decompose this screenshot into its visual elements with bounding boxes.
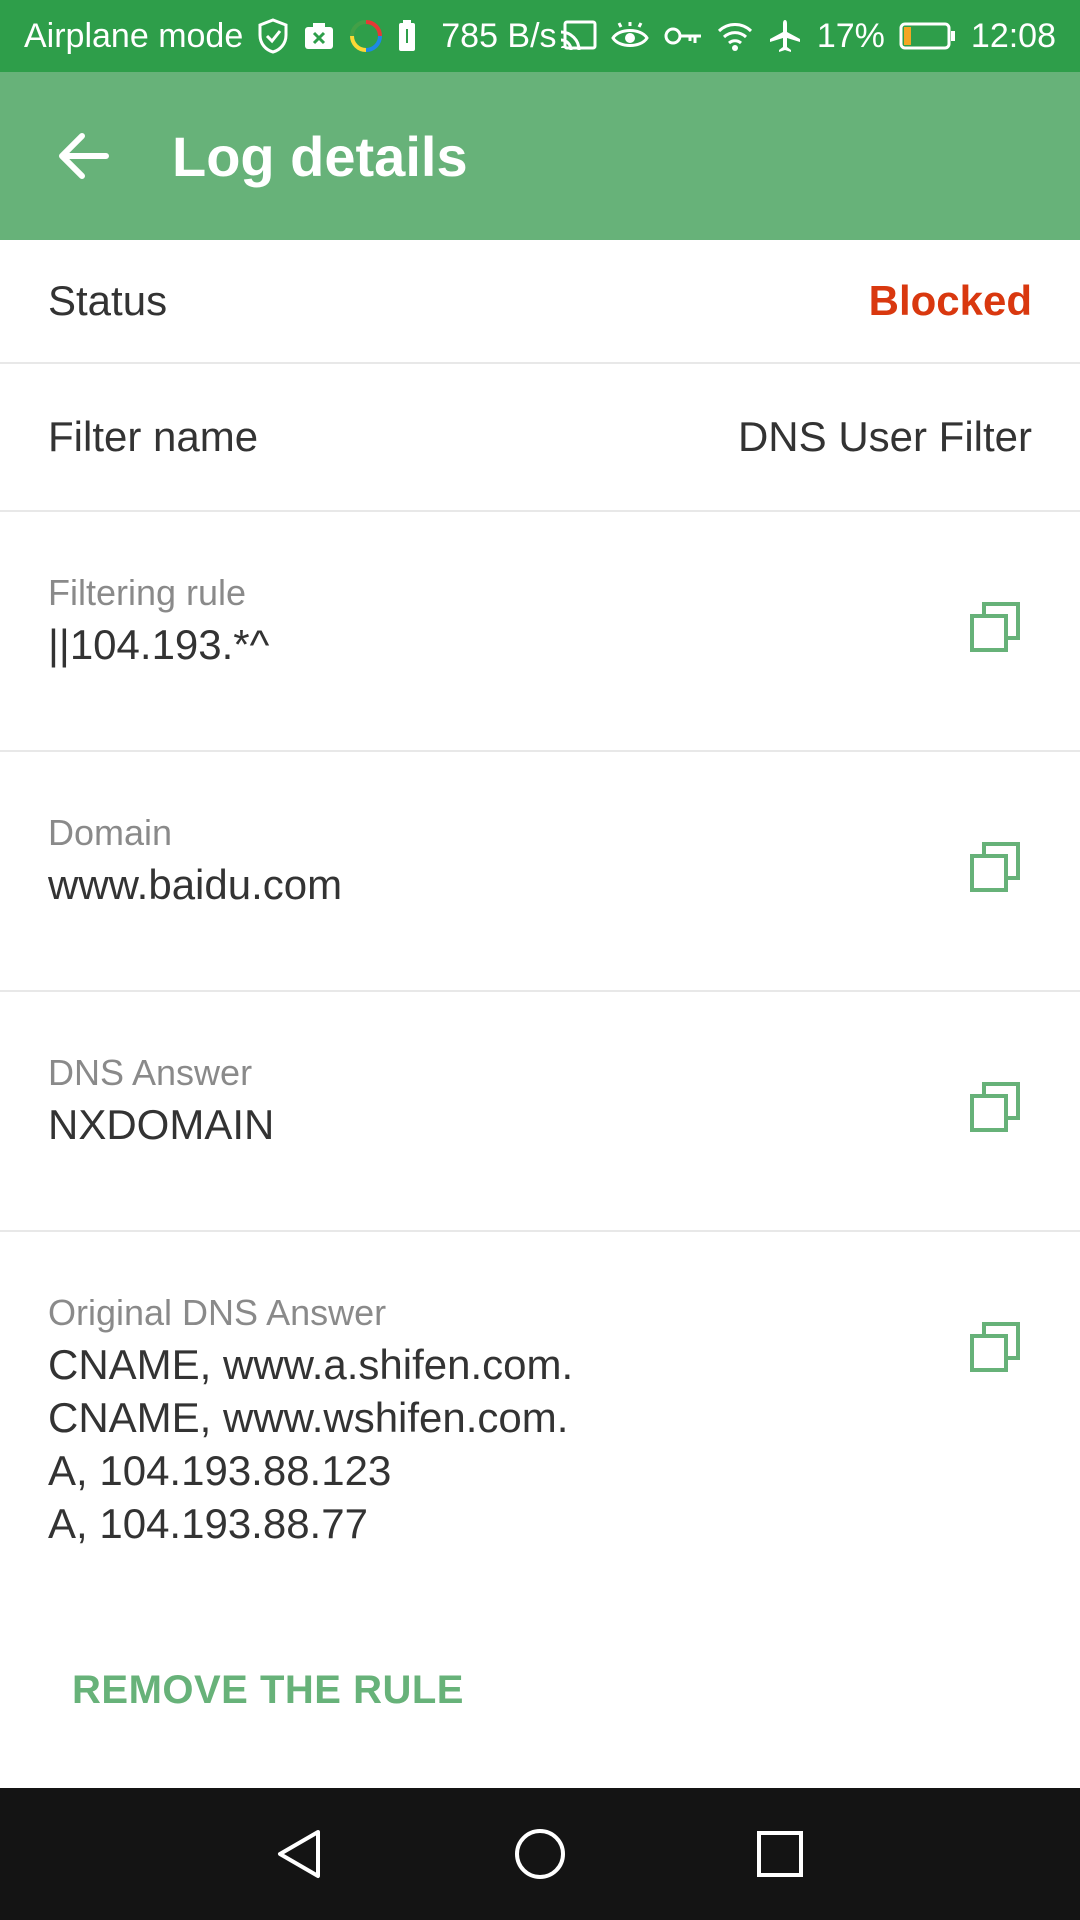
clock: 12:08: [970, 16, 1056, 55]
original-dns-answer-line-1: CNAME, www.a.shifen.com.: [48, 1341, 574, 1388]
copy-icon: [970, 842, 1020, 892]
network-speed: 785 B/s: [441, 16, 557, 55]
status-row: Status Blocked: [0, 240, 1080, 364]
copy-filtering-rule-button[interactable]: [960, 592, 1032, 664]
cast-icon: [559, 20, 597, 52]
dns-answer-row: DNS Answer NXDOMAIN: [0, 992, 1080, 1232]
copy-dns-answer-button[interactable]: [960, 1072, 1032, 1144]
page-title: Log details: [172, 124, 468, 188]
back-triangle-icon: [278, 1830, 320, 1878]
eye-icon: [611, 21, 649, 51]
battery-small-icon: [397, 19, 417, 53]
battery-level-fill: [903, 27, 911, 45]
domain-row: Domain www.baidu.com: [0, 752, 1080, 992]
status-label: Status: [48, 277, 168, 324]
recents-square-icon: [757, 1831, 803, 1877]
filter-name-value: DNS User Filter: [737, 413, 1032, 460]
app-bar: Log details: [0, 72, 1080, 240]
dns-answer-label: DNS Answer: [48, 1052, 253, 1093]
system-nav-bar: [0, 1788, 1080, 1920]
filtering-rule-value: ||104.193.*^: [48, 621, 270, 668]
status-bar: Airplane mode 785 B/s 17% 12:08: [0, 0, 1080, 72]
nav-home-button[interactable]: [490, 1804, 590, 1904]
back-button[interactable]: [32, 104, 136, 208]
shield-icon: [257, 18, 289, 54]
dns-answer-value: NXDOMAIN: [48, 1101, 275, 1148]
original-dns-answer-line-2: CNAME, www.wshifen.com.: [48, 1394, 569, 1441]
arrow-back-icon: [59, 133, 109, 179]
airplane-mode-label: Airplane mode: [24, 16, 244, 55]
domain-value: www.baidu.com: [48, 861, 343, 908]
domain-label: Domain: [48, 812, 173, 853]
sync-icon: [349, 19, 383, 53]
copy-icon: [970, 1322, 1020, 1372]
copy-icon: [970, 602, 1020, 652]
home-circle-icon: [515, 1829, 565, 1879]
filter-name-row: Filter name DNS User Filter: [0, 364, 1080, 512]
battery-percent: 17%: [816, 16, 885, 55]
original-dns-answer-line-4: A, 104.193.88.77: [48, 1500, 368, 1547]
status-bar-left: Airplane mode: [24, 17, 243, 56]
nav-recents-button[interactable]: [730, 1804, 830, 1904]
wifi-icon: [717, 20, 753, 52]
filtering-rule-row: Filtering rule ||104.193.*^: [0, 512, 1080, 752]
battery-icon: [899, 21, 957, 51]
vpn-key-icon: [663, 24, 703, 48]
original-dns-answer-label: Original DNS Answer: [48, 1292, 387, 1333]
log-details-content: Status Blocked Filter name DNS User Filt…: [0, 240, 1080, 1612]
original-dns-answer-row: Original DNS Answer CNAME, www.a.shifen.…: [0, 1232, 1080, 1612]
airplane-icon: [767, 18, 803, 54]
status-bar-notification-icons: 785 B/s: [257, 16, 557, 56]
copy-original-dns-answer-button[interactable]: [960, 1312, 1032, 1384]
status-bar-system-icons: 17% 12:08: [559, 17, 1056, 56]
remove-rule-button[interactable]: REMOVE THE RULE: [48, 1656, 488, 1725]
status-badge: Blocked: [868, 277, 1032, 324]
original-dns-answer-line-3: A, 104.193.88.123: [48, 1447, 392, 1494]
filtering-rule-label: Filtering rule: [48, 572, 247, 613]
copy-icon: [970, 1082, 1020, 1132]
filter-name-label: Filter name: [48, 413, 259, 460]
camera-icon: [303, 21, 335, 51]
copy-domain-button[interactable]: [960, 832, 1032, 904]
nav-back-button[interactable]: [250, 1804, 350, 1904]
